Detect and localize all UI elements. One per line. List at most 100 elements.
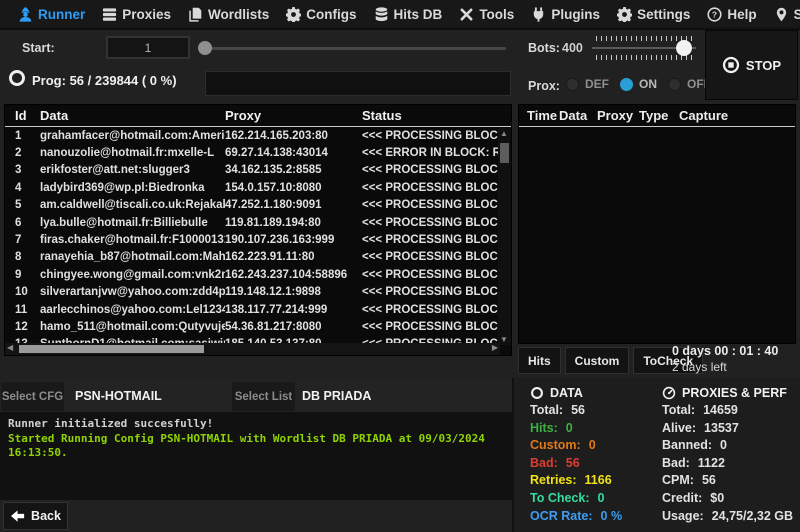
- stat-label: OCR Rate:: [530, 508, 593, 523]
- stat-label: Total:: [530, 403, 564, 417]
- table-row[interactable]: 4 ladybird369@wp.pl:Biedronka 154.0.157.…: [5, 179, 511, 196]
- results-table: Id Data Proxy Status 1 grahamfacer@hotmail.…: [4, 104, 512, 356]
- menu-item-label: Tools: [479, 6, 515, 22]
- stop-button[interactable]: STOP: [722, 56, 781, 74]
- bots-slider-ticks: [596, 36, 692, 41]
- table-row[interactable]: 6 lya.bulle@hotmail.fr:Billiebulle 119.8…: [5, 214, 511, 231]
- back-arrow-icon: [10, 509, 26, 523]
- top-menu-bar: Runner Proxies Wordlists Configs Hits DB…: [0, 0, 800, 30]
- menu-item-label: Configs: [306, 6, 357, 22]
- radio-button-icon[interactable]: [620, 77, 633, 91]
- menu-item[interactable]: Silver Zone: [774, 7, 800, 22]
- column-header[interactable]: Id: [5, 108, 40, 123]
- table-row[interactable]: 1 grahamfacer@hotmail.com:America 162.21…: [5, 127, 511, 144]
- bots-slider-handle[interactable]: [676, 40, 692, 56]
- stat-row: Total: 14659: [662, 402, 800, 420]
- column-header[interactable]: Proxy: [225, 108, 362, 123]
- cell-proxy: 54.36.81.217:8080: [225, 320, 322, 333]
- menu-item[interactable]: Plugins: [531, 7, 600, 22]
- cell-proxy: 34.162.135.2:8585: [225, 164, 322, 177]
- menu-item[interactable]: Hits DB: [374, 7, 442, 22]
- stop-panel: STOP: [705, 30, 798, 100]
- start-input[interactable]: [106, 36, 190, 59]
- menu-item[interactable]: Wordlists: [188, 7, 269, 22]
- cell-status: <<< PROCESSING BLOCK: [362, 268, 507, 281]
- cell-data: ranayehia_b87@hotmail.com:Mahar: [40, 251, 225, 264]
- stat-row: Alive: 13537: [662, 420, 800, 438]
- column-header[interactable]: Proxy: [597, 108, 639, 123]
- column-header[interactable]: Data: [559, 108, 597, 123]
- cell-status: <<< PROCESSING BLOCK: [362, 129, 507, 142]
- proxy-mode-label: DEF: [585, 77, 609, 91]
- scrollbar-thumb[interactable]: [19, 345, 204, 353]
- selector-row: Select CFG PSN-HOTMAIL Select List DB PR…: [0, 381, 512, 412]
- cell-proxy: 190.107.236.163:999: [225, 234, 335, 247]
- back-button[interactable]: Back: [3, 502, 68, 530]
- column-header[interactable]: Status: [362, 108, 511, 123]
- select-wordlist-button[interactable]: Select List: [232, 382, 295, 411]
- menu-item[interactable]: ? Help: [707, 6, 757, 22]
- scrollbar-thumb[interactable]: [500, 143, 509, 163]
- hits-table-header: Time Data Proxy Type Capture: [519, 105, 795, 127]
- tab-button[interactable]: Hits: [518, 347, 561, 374]
- stat-row: Credit: $0: [662, 490, 800, 508]
- help-question-icon: ?: [707, 6, 722, 22]
- menu-item[interactable]: Tools: [459, 7, 514, 22]
- proxy-mode-option[interactable]: DEF: [566, 77, 609, 91]
- remaining-time: 2 days left: [672, 360, 727, 374]
- cell-id: 3: [15, 164, 22, 177]
- table-row[interactable]: 12 hamo_511@hotmail.com:Qutyvuje 54.36.8…: [5, 318, 511, 335]
- menu-item-label: Wordlists: [208, 6, 270, 22]
- cell-proxy: 119.81.189.194:80: [225, 216, 321, 229]
- proxy-mode-label: ON: [639, 77, 657, 91]
- menu-item[interactable]: Runner: [18, 7, 85, 22]
- cell-status: <<< PROCESSING BLOCK: [362, 234, 507, 247]
- proxies-panel-title: PROXIES & PERF: [662, 384, 800, 402]
- start-slider-handle[interactable]: [198, 41, 212, 55]
- horizontal-scrollbar[interactable]: [5, 343, 500, 355]
- cell-id: 7: [15, 234, 22, 247]
- cell-id: 2: [15, 147, 22, 160]
- stat-value: 0: [720, 438, 727, 453]
- stat-value: 0: [597, 490, 605, 505]
- radio-button-icon[interactable]: [668, 77, 681, 91]
- start-slider[interactable]: [198, 40, 506, 56]
- column-header[interactable]: Time: [519, 108, 559, 123]
- settings-gear-icon: [617, 6, 633, 22]
- back-button-label: Back: [31, 509, 61, 523]
- data-circle-icon: [530, 386, 544, 400]
- hits-table: Time Data Proxy Type Capture: [518, 104, 796, 344]
- vertical-scrollbar[interactable]: [498, 128, 511, 345]
- stat-value: 13537: [704, 420, 739, 435]
- radio-button-icon[interactable]: [566, 77, 579, 91]
- cell-id: 11: [15, 303, 28, 316]
- proxy-mode-option[interactable]: ON: [620, 77, 657, 91]
- menu-item[interactable]: Proxies: [102, 7, 171, 22]
- column-header[interactable]: Type: [639, 108, 679, 123]
- menu-item[interactable]: Settings: [617, 6, 690, 22]
- table-row[interactable]: 10 silverartanjvw@yahoo.com:zdd4pi6l 119…: [5, 284, 511, 301]
- tab-button[interactable]: Custom: [564, 347, 630, 374]
- table-row[interactable]: 9 chingyee.wong@gmail.com:vnk2nD 162.243…: [5, 266, 511, 283]
- bots-slider[interactable]: [592, 36, 696, 60]
- menu-item-label: Proxies: [122, 6, 172, 22]
- table-row[interactable]: 7 firas.chaker@hotmail.fr:F100001316 190…: [5, 231, 511, 248]
- column-header[interactable]: Data: [40, 108, 225, 123]
- cell-status: <<< PROCESSING BLOCK: [362, 181, 507, 194]
- results-table-header: Id Data Proxy Status: [5, 105, 511, 127]
- table-row[interactable]: 11 aarlecchinos@yahoo.com:Lel123456 138.…: [5, 301, 511, 318]
- stat-label: Retries:: [530, 473, 577, 488]
- table-row[interactable]: 5 am.caldwell@tiscali.co.uk:Rejakaba 47.…: [5, 197, 511, 214]
- table-row[interactable]: 8 ranayehia_b87@hotmail.com:Mahar 162.22…: [5, 249, 511, 266]
- stat-label: Custom:: [530, 438, 581, 453]
- select-config-button[interactable]: Select CFG: [1, 382, 64, 411]
- stat-row: Retries: 1166: [530, 472, 655, 490]
- menu-item[interactable]: Configs: [286, 6, 357, 22]
- table-row[interactable]: 2 nanouzolie@hotmail.fr:mxelle-L 69.27.1…: [5, 144, 511, 161]
- stat-label: Banned:: [662, 438, 712, 453]
- table-row[interactable]: 3 erikfoster@att.net:slugger3 34.162.135…: [5, 162, 511, 179]
- cell-id: 6: [15, 216, 22, 229]
- configs-gear-icon: [286, 6, 302, 22]
- stat-label: Bad:: [662, 455, 690, 470]
- column-header[interactable]: Capture: [679, 108, 795, 123]
